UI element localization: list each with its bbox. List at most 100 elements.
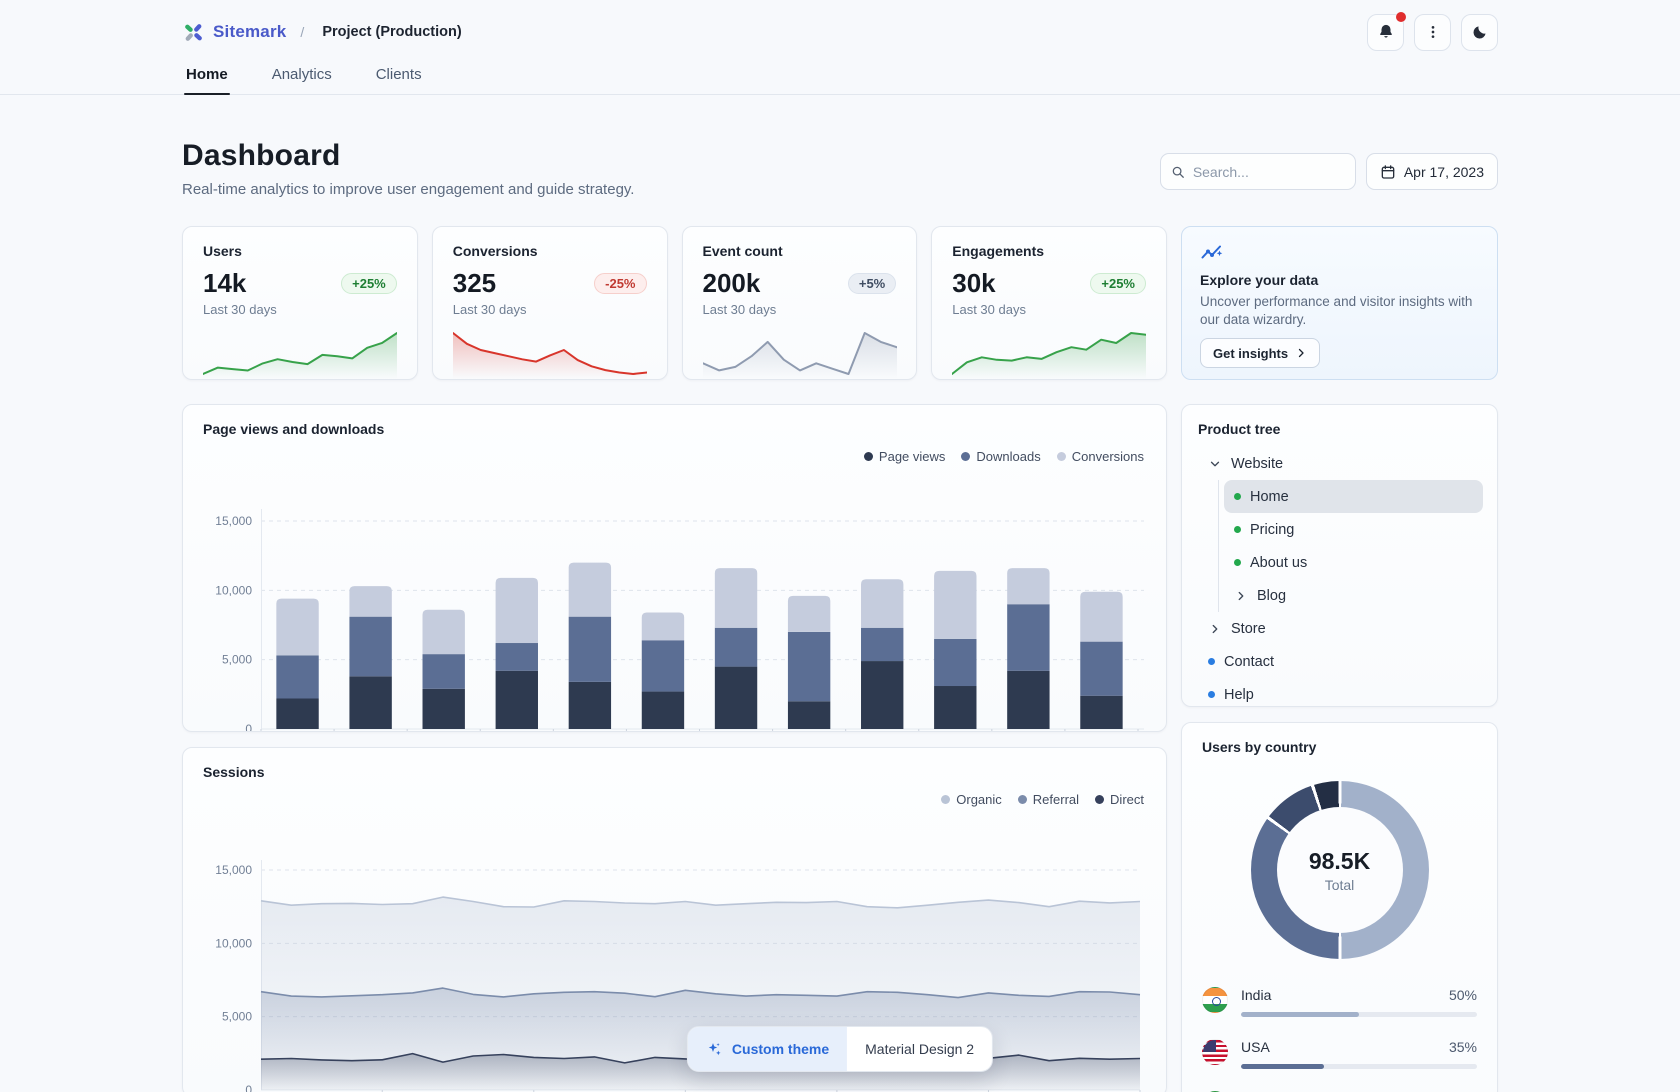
stat-title: Conversions: [453, 243, 647, 259]
svg-text:5,000: 5,000: [222, 1010, 252, 1024]
sparkline-chart: [203, 325, 397, 379]
svg-text:0: 0: [245, 722, 252, 732]
stat-card-users[interactable]: Users14k+25%Last 30 days: [182, 226, 418, 380]
svg-text:5,000: 5,000: [222, 653, 252, 667]
date-picker-button[interactable]: Apr 17, 2023: [1366, 153, 1498, 190]
legend-item-direct: Direct: [1095, 792, 1144, 807]
tree-item-about-us[interactable]: About us: [1224, 546, 1483, 579]
sessions-chart-canvas: 05,00010,00015,000Apr 5Apr 10Apr 15Apr 2…: [203, 848, 1146, 1092]
tree-item-label: Store: [1231, 621, 1266, 637]
legend-item-conversions: Conversions: [1057, 449, 1144, 464]
product-tree-title: Product tree: [1198, 421, 1483, 437]
page-title: Dashboard: [182, 139, 634, 173]
legend-item-referral: Referral: [1018, 792, 1079, 807]
stat-caption: Last 30 days: [453, 302, 647, 317]
more-options-button[interactable]: [1414, 14, 1451, 51]
stat-caption: Last 30 days: [703, 302, 897, 317]
country-row-usa: USA 35%: [1202, 1039, 1477, 1069]
donut-total-value: 98.5K: [1309, 848, 1370, 875]
tree-item-pricing[interactable]: Pricing: [1224, 513, 1483, 546]
legend-item-organic: Organic: [941, 792, 1002, 807]
green-dot-icon: [1234, 559, 1241, 566]
tree-item-blog[interactable]: Blog: [1224, 579, 1483, 612]
stat-value: 14k: [203, 268, 246, 299]
stat-value: 325: [453, 268, 496, 299]
svg-text:0: 0: [245, 1083, 252, 1092]
notifications-button[interactable]: [1367, 14, 1404, 51]
stat-value: 200k: [703, 268, 761, 299]
tab-home[interactable]: Home: [184, 57, 230, 94]
legend-item-page-views: Page views: [864, 449, 945, 464]
stat-card-engagements[interactable]: Engagements30k+25%Last 30 days: [931, 226, 1167, 380]
insights-icon: [1200, 242, 1224, 264]
tab-clients[interactable]: Clients: [374, 57, 424, 94]
explore-your-data-card: Explore your dataUncover performance and…: [1181, 226, 1498, 380]
country-progress-track: [1241, 1064, 1477, 1069]
dark-mode-toggle-button[interactable]: [1461, 14, 1498, 51]
page-subtitle: Real-time analytics to improve user enga…: [182, 181, 634, 198]
main-tabs: Home Analytics Clients: [182, 57, 1498, 94]
chevron-right-icon: [1208, 622, 1222, 636]
india-flag-icon: [1202, 987, 1228, 1013]
legend-label: Downloads: [976, 449, 1040, 464]
get-insights-button[interactable]: Get insights: [1200, 338, 1320, 368]
page-views-chart-card: Page views and downloads Page views Downl…: [182, 404, 1167, 732]
stat-caption: Last 30 days: [952, 302, 1146, 317]
trend-badge: +5%: [848, 273, 896, 294]
tree-item-label: Website: [1231, 456, 1283, 472]
legend-label: Page views: [879, 449, 945, 464]
custom-theme-button[interactable]: Custom theme: [688, 1027, 847, 1071]
sparkline-chart: [703, 325, 897, 379]
stat-card-conversions[interactable]: Conversions 325 -25% Last 30 days: [432, 226, 668, 380]
md2-label: Material Design 2: [865, 1041, 974, 1057]
breadcrumb-separator: /: [300, 24, 304, 40]
country-progress-fill: [1241, 1012, 1359, 1017]
chevron-down-icon: [1208, 457, 1222, 471]
breadcrumb-current: Project (Production): [322, 24, 461, 40]
stat-title: Users: [203, 243, 397, 259]
tree-item-home[interactable]: Home: [1224, 480, 1483, 513]
tab-analytics[interactable]: Analytics: [270, 57, 334, 94]
legend-dot: [961, 452, 970, 461]
stat-title: Engagements: [952, 243, 1146, 259]
tree-item-help[interactable]: Help: [1198, 678, 1483, 711]
explore-description: Uncover performance and visitor insights…: [1200, 293, 1479, 329]
chevron-right-icon: [1234, 589, 1248, 603]
bell-icon: [1377, 23, 1395, 41]
green-dot-icon: [1234, 526, 1241, 533]
legend-dot: [1095, 795, 1104, 804]
green-dot-icon: [1234, 493, 1241, 500]
tree-item-label: Pricing: [1250, 522, 1294, 538]
tree-item-store[interactable]: Store: [1198, 612, 1483, 645]
legend-label: Organic: [956, 792, 1002, 807]
tree-item-label: About us: [1250, 555, 1307, 571]
country-name: India: [1241, 987, 1271, 1003]
bar-chart-legend: Page views Downloads Conversions: [864, 449, 1144, 464]
product-tree-card: Product tree Website Home Pricing About us B…: [1181, 404, 1498, 707]
calendar-icon: [1380, 164, 1396, 180]
material-design-2-button[interactable]: Material Design 2: [847, 1027, 992, 1071]
country-progress-track: [1241, 1012, 1477, 1017]
trend-badge: +25%: [1090, 273, 1146, 294]
tree-children-website: Home Pricing About us Blog: [1218, 480, 1483, 612]
trend-badge: -25%: [594, 273, 646, 294]
search-input-wrap: [1160, 153, 1356, 190]
sparkline-chart: [952, 325, 1146, 379]
bar-chart-canvas: 05,00010,00015,000JanFebMarAprMayJunJulA…: [203, 499, 1146, 732]
sessions-chart-legend: Organic Referral Direct: [941, 792, 1144, 807]
tree-item-website[interactable]: Website: [1198, 447, 1483, 480]
chart-title: Page views and downloads: [203, 421, 1146, 437]
kebab-menu-icon: [1425, 24, 1441, 40]
brand-name[interactable]: Sitemark: [213, 22, 286, 42]
tree-item-label: Help: [1224, 687, 1254, 703]
tree-item-contact[interactable]: Contact: [1198, 645, 1483, 678]
donut-total-label: Total: [1325, 877, 1355, 893]
search-icon: [1171, 164, 1185, 180]
stat-card-event-count[interactable]: Event count200k+5%Last 30 days: [682, 226, 918, 380]
search-input[interactable]: [1193, 164, 1345, 180]
tree-item-label: Home: [1250, 489, 1289, 505]
app-header: Sitemark / Project (Production): [0, 0, 1680, 95]
blue-dot-icon: [1208, 658, 1215, 665]
legend-label: Direct: [1110, 792, 1144, 807]
country-row-india: India 50%: [1202, 987, 1477, 1017]
